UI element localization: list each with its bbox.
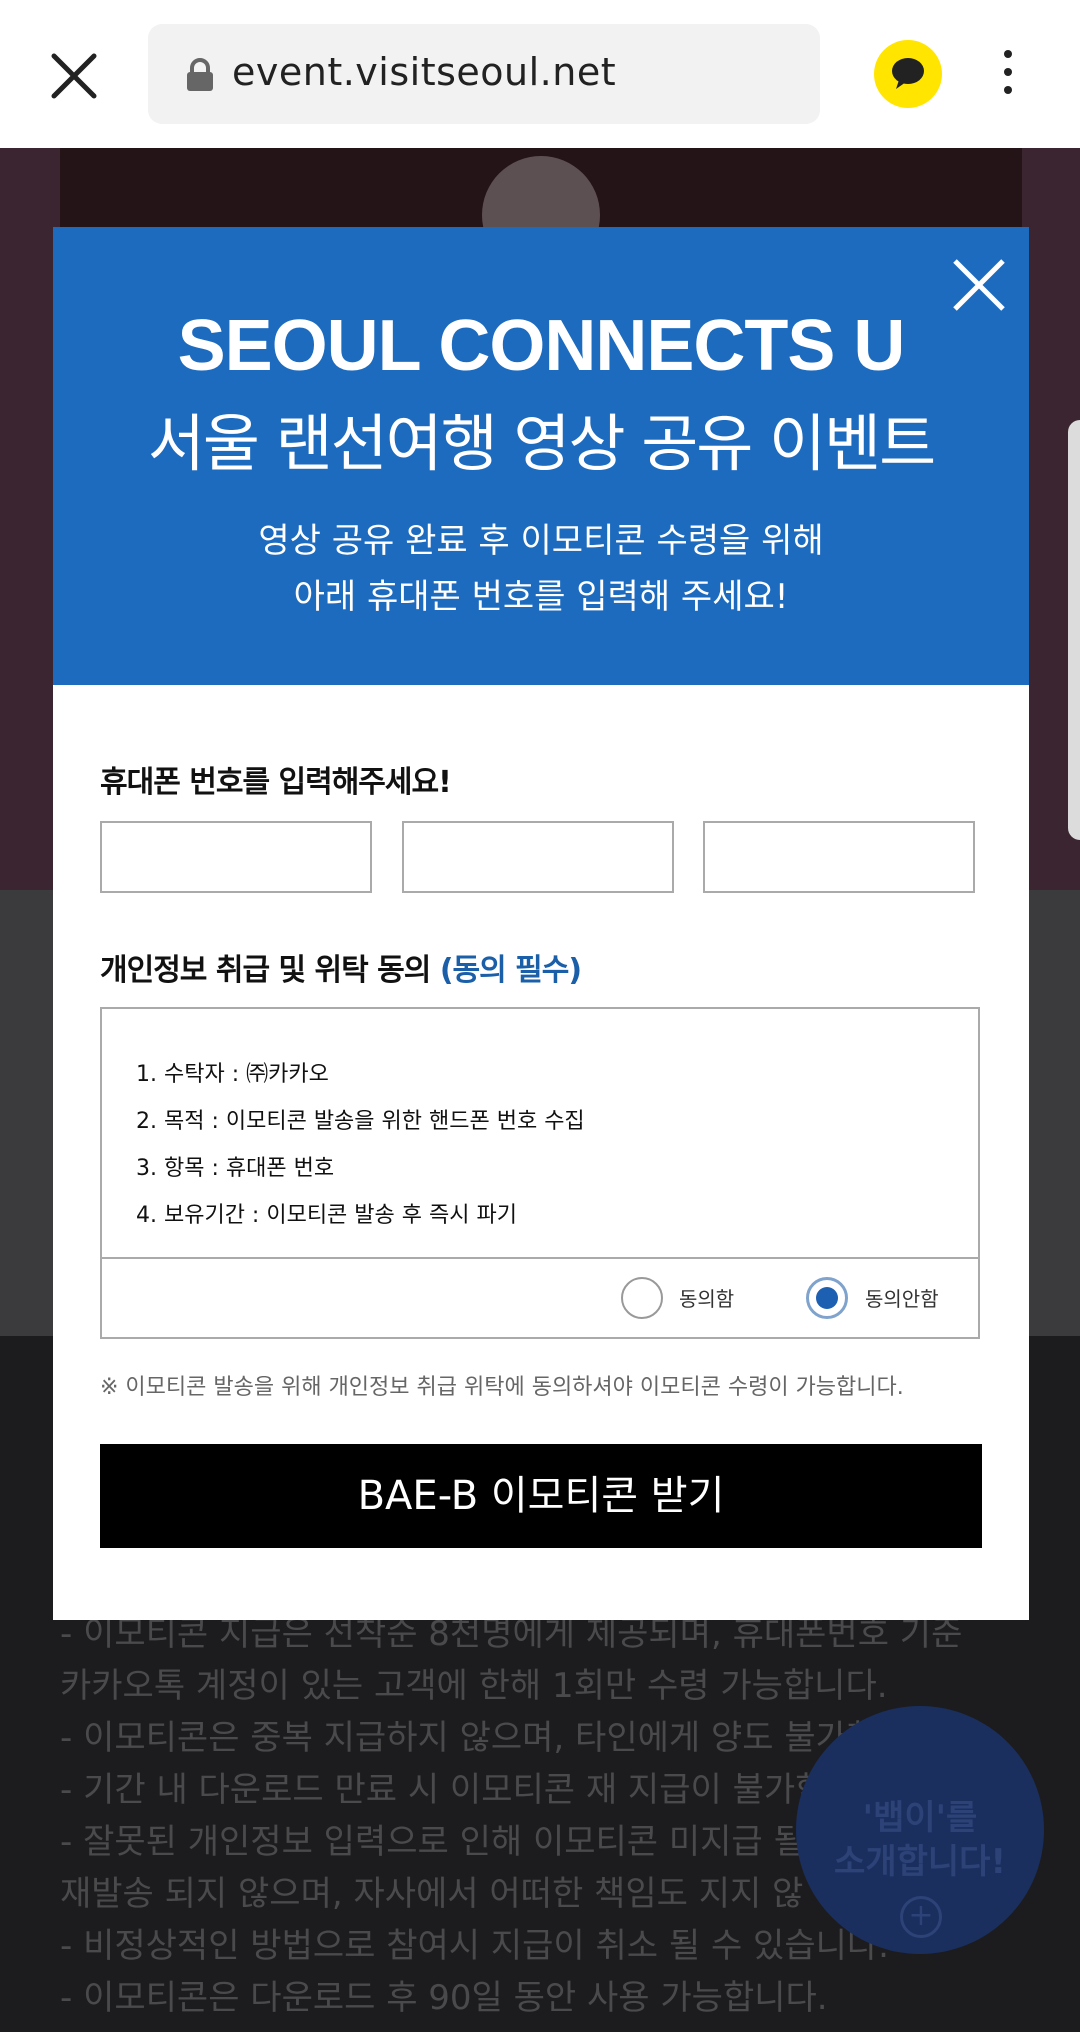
modal-subtitle: 서울 랜선여행 영상 공유 이벤트 (147, 407, 936, 480)
badge-text: '뱁이'를 소개합니다! (796, 1796, 1044, 1884)
kakao-talk-icon (892, 58, 924, 89)
consent-notice: ※ 이모티콘 발송을 위해 개인정보 취급 위탁에 동의하셔야 이모티콘 수령이… (100, 1375, 904, 1400)
disagree-label: 동의안함 (865, 1287, 939, 1311)
close-icon[interactable] (48, 50, 100, 102)
more-vertical-icon[interactable] (996, 50, 1020, 102)
phone-field-2[interactable] (402, 821, 674, 893)
get-emoticon-button[interactable]: BAE-B 이모티콘 받기 (100, 1444, 982, 1548)
terms-item: 3. 항목 : 휴대폰 번호 (136, 1156, 335, 1181)
agree-label: 동의함 (679, 1287, 735, 1311)
phone-field-3[interactable] (703, 821, 975, 893)
plus-icon: + (900, 1896, 942, 1938)
phone-label: 휴대폰 번호를 입력해주세요! (100, 765, 452, 800)
agree-radio[interactable] (621, 1277, 663, 1319)
terms-item: 2. 목적 : 이모티콘 발송을 위한 핸드폰 번호 수집 (136, 1109, 585, 1134)
side-handle[interactable] (1068, 420, 1080, 840)
lock-icon (187, 58, 213, 91)
kakao-talk-button[interactable] (874, 40, 942, 108)
modal-header: SEOUL CONNECTS U 서울 랜선여행 영상 공유 이벤트 영상 공유… (53, 227, 1029, 685)
consent-heading: 개인정보 취급 및 위탁 동의 (동의 필수) (100, 945, 582, 989)
event-modal: SEOUL CONNECTS U 서울 랜선여행 영상 공유 이벤트 영상 공유… (53, 227, 1029, 1620)
modal-title: SEOUL CONNECTS U (177, 306, 906, 386)
note-line: - 이모티콘은 다운로드 후 90일 동안 사용 가능합니다. (60, 1978, 828, 2018)
terms-box: 1. 수탁자 : ㈜카카오 2. 목적 : 이모티콘 발송을 위한 핸드폰 번호… (100, 1007, 980, 1339)
phone-field-1[interactable] (100, 821, 372, 893)
desc-line1: 영상 공유 완료 후 이모티콘 수령을 위해 (258, 521, 824, 561)
url-text: event.visitseoul.net (232, 50, 617, 94)
note-line: 카카오톡 계정이 있는 고객에 한해 1회만 수령 가능합니다. (60, 1666, 888, 1706)
consent-label: 개인정보 취급 및 위탁 동의 (100, 953, 440, 988)
consent-required: (동의 필수) (439, 953, 582, 988)
divider (102, 1257, 978, 1259)
terms-list: 1. 수탁자 : ㈜카카오 2. 목적 : 이모티콘 발송을 위한 핸드폰 번호… (136, 1051, 585, 1239)
badge-line1: '뱁이'를 (862, 1798, 978, 1838)
badge-line2: 소개합니다! (834, 1842, 1006, 1882)
url-bar[interactable]: event.visitseoul.net (148, 24, 820, 124)
terms-item: 1. 수탁자 : ㈜카카오 (136, 1062, 329, 1087)
disagree-radio[interactable] (806, 1277, 848, 1319)
baeb-intro-badge[interactable]: '뱁이'를 소개합니다! + (796, 1706, 1044, 1954)
desc-line2: 아래 휴대폰 번호를 입력해 주세요! (293, 577, 789, 617)
terms-item: 4. 보유기간 : 이모티콘 발송 후 즉시 파기 (136, 1203, 517, 1228)
browser-toolbar: event.visitseoul.net (0, 0, 1080, 148)
modal-description: 영상 공유 완료 후 이모티콘 수령을 위해 아래 휴대폰 번호를 입력해 주세… (53, 513, 1029, 625)
